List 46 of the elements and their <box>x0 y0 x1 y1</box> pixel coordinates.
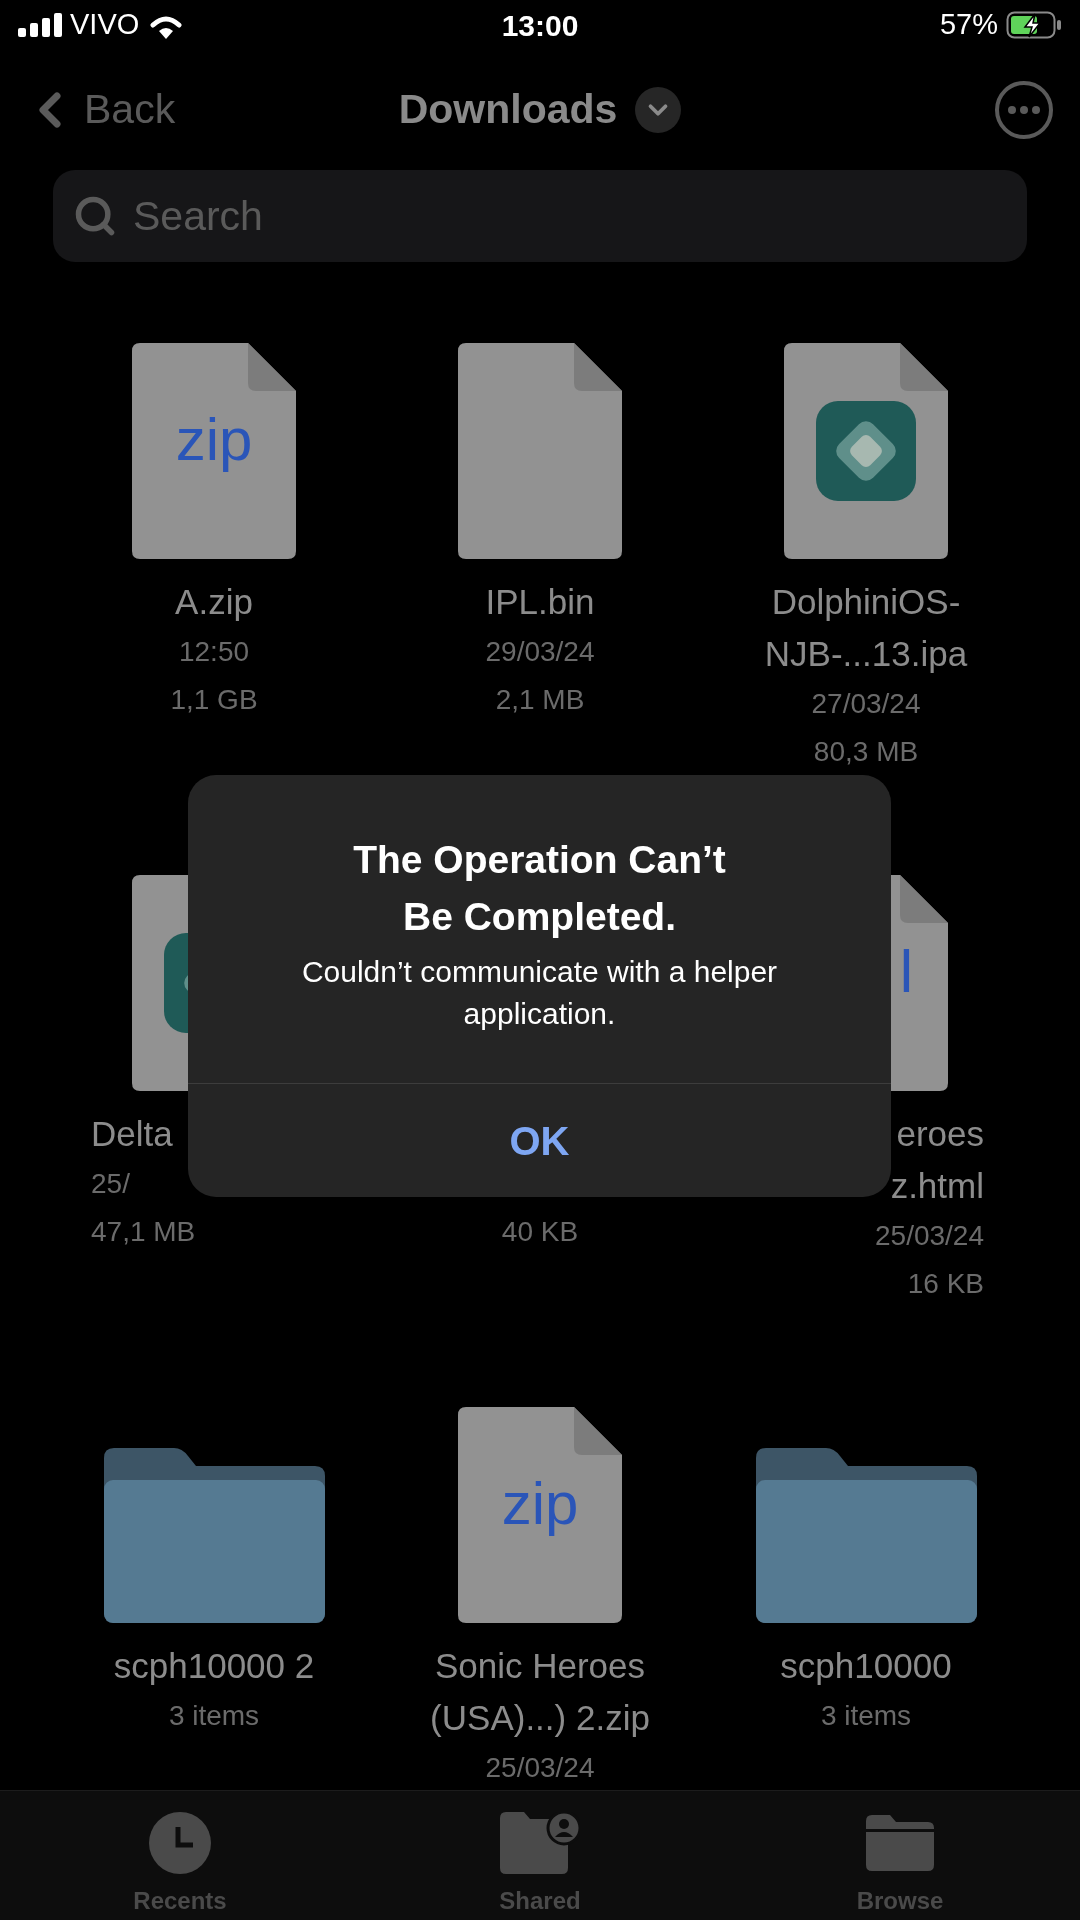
item-count: 3 items <box>168 1699 260 1733</box>
file-icon <box>458 1407 622 1623</box>
more-options-icon[interactable] <box>994 80 1054 140</box>
file-name[interactable]: eroes z.html <box>890 1108 984 1212</box>
folder-title: Downloads <box>398 85 618 135</box>
folder-icon <box>103 1448 325 1623</box>
file-type-label: zip <box>501 1469 579 1539</box>
file-type-label: zip <box>175 405 253 475</box>
shared-folder-icon <box>500 1812 580 1874</box>
file-date: 25/03/24 <box>875 1219 984 1253</box>
file-icon <box>458 343 622 559</box>
app-icon <box>816 401 916 501</box>
signal-icon <box>18 13 62 37</box>
status-time: 13:00 <box>501 7 579 44</box>
file-size: 2,1 MB <box>495 683 585 717</box>
file-icon <box>132 343 296 559</box>
carrier-name: VIVO <box>70 7 140 43</box>
file-name[interactable]: Sonic Heroes (USA)...) 2.zip <box>430 1640 650 1744</box>
file-name[interactable]: A.zip <box>175 576 253 628</box>
file-size: 16 KB <box>907 1267 984 1301</box>
ok-button[interactable]: OK <box>188 1084 891 1197</box>
file-size: 80,3 MB <box>813 735 919 769</box>
file-size: 40 KB <box>501 1215 579 1249</box>
file-type-label: l <box>899 937 913 1007</box>
file-size: 1,1 GB <box>170 683 258 717</box>
search-icon <box>73 194 117 238</box>
alert-title: The Operation Can’t Be Completed. <box>352 837 727 940</box>
search-field[interactable]: Search <box>53 170 1027 262</box>
battery-percentage: 57% <box>939 7 998 43</box>
file-name[interactable]: IPL.bin <box>485 576 595 628</box>
file-name[interactable]: DolphiniOS- NJB-...13.ipa <box>764 576 968 680</box>
alert-message: Couldn’t communicate with a helper application. <box>300 954 779 1032</box>
clock-icon <box>149 1812 211 1874</box>
file-size: 47,1 MB <box>91 1215 196 1249</box>
item-count: 3 items <box>820 1699 912 1733</box>
file-name[interactable]: scph10000 2 <box>113 1640 315 1692</box>
file-name[interactable]: scph10000 <box>780 1640 952 1692</box>
file-date: 12:50 <box>178 635 250 669</box>
title-menu-button[interactable] <box>635 87 682 133</box>
folder-icon <box>866 1815 934 1871</box>
file-date: 29/03/24 <box>485 635 595 669</box>
file-name[interactable]: Delta <box>91 1108 173 1160</box>
file-date: 27/03/24 <box>811 687 921 721</box>
file-date: 25/03/24 <box>485 1751 595 1785</box>
file-date: 25/ <box>91 1167 130 1201</box>
folder-icon <box>755 1448 977 1623</box>
